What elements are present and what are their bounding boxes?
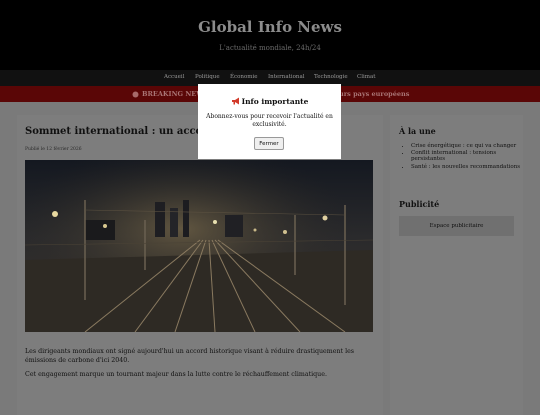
railway-night-image	[25, 160, 373, 332]
article-date: Publié le 12 février 2026	[25, 147, 82, 152]
modal-message: Abonnez-vous pour recevoir l'actualité e…	[206, 113, 333, 128]
trending-item[interactable]: Santé : les nouvelles recommandations	[411, 164, 531, 170]
nav-item-politique[interactable]: Politique	[195, 74, 220, 80]
nav-item-technologie[interactable]: Technologie	[314, 74, 348, 80]
subscribe-modal: Info importante Abonnez-vous pour recevo…	[198, 84, 341, 159]
nav-item-climat[interactable]: Climat	[357, 74, 375, 80]
sidebar: À la une Crise énergétique : ce qui va c…	[390, 115, 523, 415]
close-button[interactable]: Fermer	[254, 137, 284, 150]
site-title[interactable]: Global Info News	[0, 18, 540, 36]
ad-text: Espace publicitaire	[429, 223, 484, 229]
modal-title: Info importante	[241, 97, 309, 106]
trending-heading: À la une	[399, 126, 436, 136]
site-tagline: L'actualité mondiale, 24h/24	[219, 44, 321, 52]
nav-item-accueil[interactable]: Accueil	[164, 74, 184, 80]
site-header: Global Info News L'actualité mondiale, 2…	[0, 0, 540, 70]
article-paragraph: Les dirigeants mondiaux ont signé aujour…	[25, 348, 355, 364]
article-photo	[25, 160, 373, 332]
trending-list: Crise énergétique : ce qui va changer Co…	[399, 143, 531, 171]
modal-title-row: Info importante	[198, 97, 341, 106]
main-article: Sommet international : un accord Publié …	[17, 115, 383, 415]
nav-item-economie[interactable]: Économie	[230, 74, 258, 80]
ad-space[interactable]: Espace publicitaire	[399, 216, 514, 236]
article-title: Sommet international : un accord	[25, 126, 215, 137]
ad-heading: Publicité	[399, 199, 440, 209]
article-paragraph: Cet engagement marque un tournant majeur…	[25, 371, 327, 378]
nav-item-international[interactable]: International	[268, 74, 305, 80]
megaphone-icon	[231, 97, 239, 105]
trending-item[interactable]: Conflit international : tensions persist…	[411, 150, 531, 162]
red-circle-icon	[132, 91, 139, 98]
trending-item[interactable]: Crise énergétique : ce qui va changer	[411, 143, 531, 149]
breaking-headline[interactable]: urs pays européens	[339, 90, 409, 98]
